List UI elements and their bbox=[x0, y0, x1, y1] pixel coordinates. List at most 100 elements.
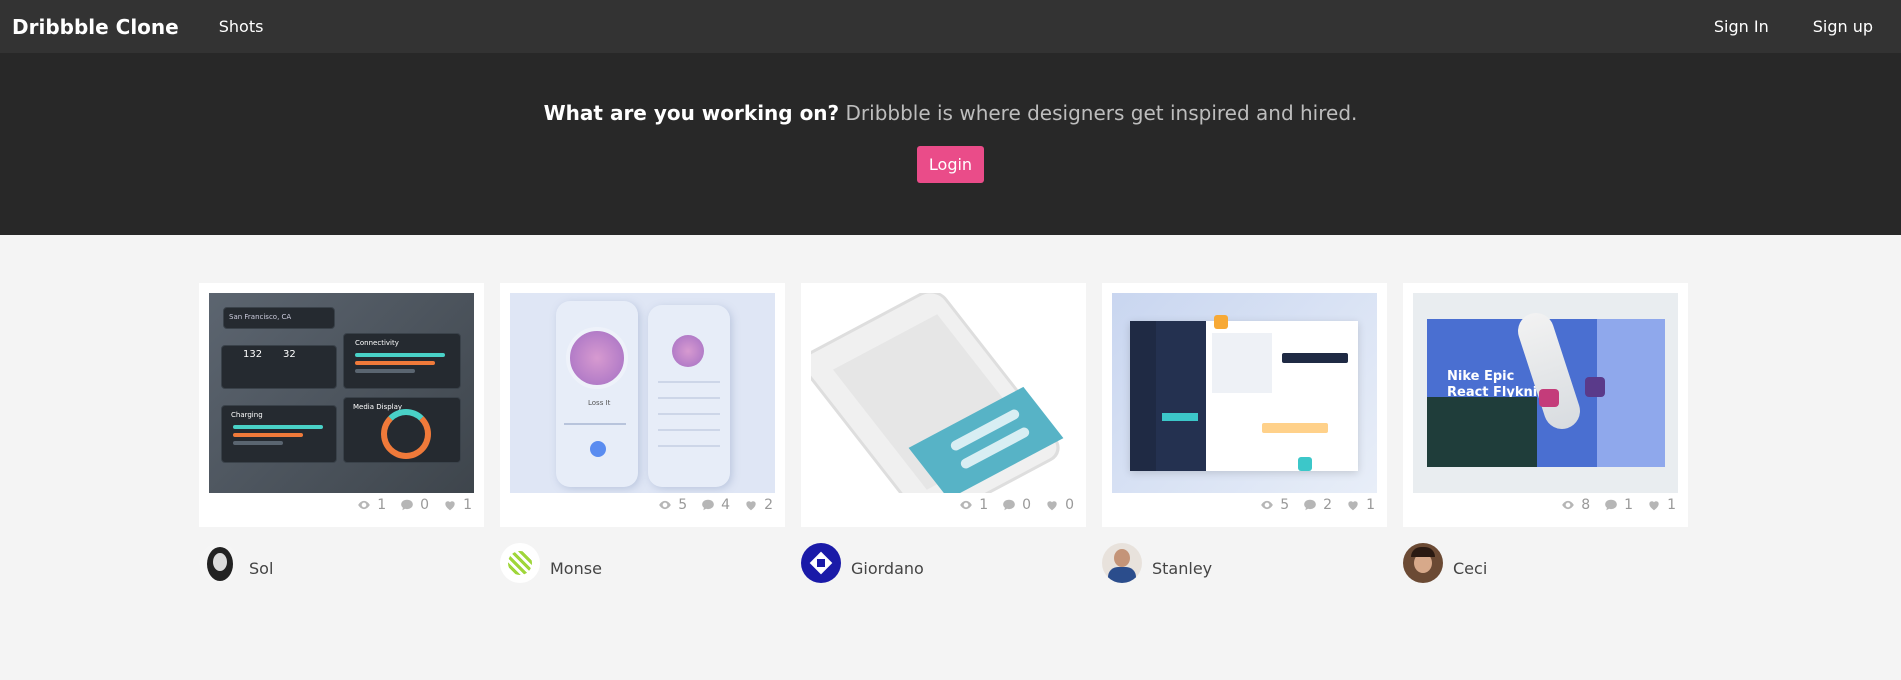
comments-stat: 0 bbox=[400, 497, 429, 513]
shot-stats: 5 4 2 bbox=[510, 497, 775, 513]
author-name: Monse bbox=[550, 558, 602, 578]
likes-stat[interactable]: 2 bbox=[744, 497, 773, 513]
author-name: Giordano bbox=[851, 558, 924, 578]
shot-item: Loss It 5 4 2 Monse bbox=[500, 283, 785, 583]
likes-count: 1 bbox=[463, 497, 472, 513]
shot-card[interactable]: Loss It 5 4 2 bbox=[500, 283, 785, 527]
comment-icon bbox=[1605, 499, 1617, 511]
shot-thumbnail[interactable]: San Francisco, CA 132 32 Connectivity Ch… bbox=[209, 293, 474, 493]
comments-count: 1 bbox=[1624, 497, 1634, 513]
shot-thumbnail[interactable]: Loss It bbox=[510, 293, 775, 493]
comment-icon bbox=[702, 499, 714, 511]
likes-count: 0 bbox=[1065, 497, 1074, 513]
heart-icon bbox=[445, 501, 455, 511]
shot-card[interactable]: 5 2 1 bbox=[1102, 283, 1387, 527]
shot-item: 1 0 0 Giordano bbox=[801, 283, 1086, 583]
hero-headline-strong: What are you working on? bbox=[543, 101, 840, 125]
thumb-text: Media Display bbox=[353, 403, 403, 411]
shot-author[interactable]: Stanley bbox=[1102, 543, 1387, 583]
shot-stats: 1 0 1 bbox=[209, 497, 474, 513]
hero-headline-rest: Dribbble is where designers get inspired… bbox=[839, 101, 1358, 125]
shot-stats: 8 1 1 bbox=[1413, 497, 1678, 513]
brand-logo[interactable]: Dribbble Clone bbox=[12, 15, 179, 39]
shot-card[interactable]: 1 0 0 bbox=[801, 283, 1086, 527]
shot-card[interactable]: San Francisco, CA 132 32 Connectivity Ch… bbox=[199, 283, 484, 527]
views-stat: 1 bbox=[357, 497, 386, 513]
views-stat: 1 bbox=[959, 497, 988, 513]
shot-thumbnail[interactable] bbox=[1112, 293, 1377, 493]
views-count: 8 bbox=[1581, 497, 1591, 513]
sign-up-link[interactable]: Sign up bbox=[1813, 17, 1873, 36]
shot-item: 5 2 1 Stanley bbox=[1102, 283, 1387, 583]
thumb-text: Charging bbox=[231, 411, 263, 419]
shot-item: Nike Epic React Flyknit 8 1 1 Ceci bbox=[1403, 283, 1688, 583]
comments-stat: 1 bbox=[1604, 497, 1633, 513]
shot-item: San Francisco, CA 132 32 Connectivity Ch… bbox=[199, 283, 484, 583]
likes-count: 1 bbox=[1366, 497, 1375, 513]
thumb-text: 132 bbox=[243, 349, 263, 360]
top-navbar: Dribbble Clone Shots Sign In Sign up bbox=[0, 0, 1901, 53]
avatar bbox=[1102, 543, 1142, 583]
thumb-text: Nike Epic bbox=[1447, 369, 1515, 384]
views-count: 1 bbox=[377, 497, 387, 513]
heart-icon bbox=[1348, 501, 1358, 511]
thumb-text: Connectivity bbox=[355, 339, 399, 347]
comments-stat: 0 bbox=[1002, 497, 1031, 513]
avatar bbox=[199, 543, 239, 583]
shot-stats: 1 0 0 bbox=[811, 497, 1076, 513]
shot-author[interactable]: Monse bbox=[500, 543, 785, 583]
likes-stat[interactable]: 1 bbox=[1647, 497, 1676, 513]
comments-stat: 2 bbox=[1303, 497, 1332, 513]
shot-thumbnail[interactable] bbox=[811, 293, 1076, 493]
avatar bbox=[500, 543, 540, 583]
eye-icon bbox=[1261, 500, 1274, 510]
shot-author[interactable]: Ceci bbox=[1403, 543, 1688, 583]
shot-card[interactable]: Nike Epic React Flyknit 8 1 1 bbox=[1403, 283, 1688, 527]
heart-icon bbox=[746, 501, 756, 511]
shots-grid: San Francisco, CA 132 32 Connectivity Ch… bbox=[0, 283, 1901, 583]
likes-stat[interactable]: 1 bbox=[1346, 497, 1375, 513]
views-count: 5 bbox=[1280, 497, 1290, 513]
heart-icon bbox=[1649, 501, 1659, 511]
comment-icon bbox=[1304, 499, 1316, 511]
shot-stats: 5 2 1 bbox=[1112, 497, 1377, 513]
login-button[interactable]: Login bbox=[916, 146, 985, 183]
eye-icon bbox=[358, 500, 371, 510]
eye-icon bbox=[960, 500, 973, 510]
comments-stat: 4 bbox=[701, 497, 730, 513]
thumb-text: 32 bbox=[283, 349, 296, 360]
thumb-text: San Francisco, CA bbox=[229, 313, 292, 321]
eye-icon bbox=[659, 500, 672, 510]
comments-count: 0 bbox=[1022, 497, 1032, 513]
comments-count: 0 bbox=[420, 497, 430, 513]
author-name: Sol bbox=[249, 558, 274, 578]
hero-headline: What are you working on? Dribbble is whe… bbox=[544, 101, 1358, 125]
shot-thumbnail[interactable]: Nike Epic React Flyknit bbox=[1413, 293, 1678, 493]
views-count: 1 bbox=[979, 497, 989, 513]
author-name: Stanley bbox=[1152, 558, 1213, 578]
thumb-text: Loss It bbox=[588, 399, 611, 407]
shot-author[interactable]: Sol bbox=[199, 543, 484, 583]
hero-banner: What are you working on? Dribbble is whe… bbox=[0, 53, 1901, 235]
nav-link-shots[interactable]: Shots bbox=[219, 17, 264, 36]
views-stat: 5 bbox=[1260, 497, 1289, 513]
shot-author[interactable]: Giordano bbox=[801, 543, 1086, 583]
heart-icon bbox=[1047, 501, 1057, 511]
author-name: Ceci bbox=[1453, 558, 1488, 578]
comments-count: 4 bbox=[721, 497, 731, 513]
likes-count: 1 bbox=[1667, 497, 1676, 513]
views-count: 5 bbox=[678, 497, 688, 513]
views-stat: 8 bbox=[1561, 497, 1590, 513]
avatar bbox=[1403, 543, 1443, 583]
comment-icon bbox=[401, 499, 413, 511]
comment-icon bbox=[1003, 499, 1015, 511]
views-stat: 5 bbox=[658, 497, 687, 513]
eye-icon bbox=[1562, 500, 1575, 510]
avatar bbox=[801, 543, 841, 583]
nav-right-group: Sign In Sign up bbox=[1714, 17, 1889, 36]
likes-stat[interactable]: 1 bbox=[443, 497, 472, 513]
sign-in-link[interactable]: Sign In bbox=[1714, 17, 1769, 36]
likes-stat[interactable]: 0 bbox=[1045, 497, 1074, 513]
comments-count: 2 bbox=[1323, 497, 1333, 513]
likes-count: 2 bbox=[764, 497, 773, 513]
